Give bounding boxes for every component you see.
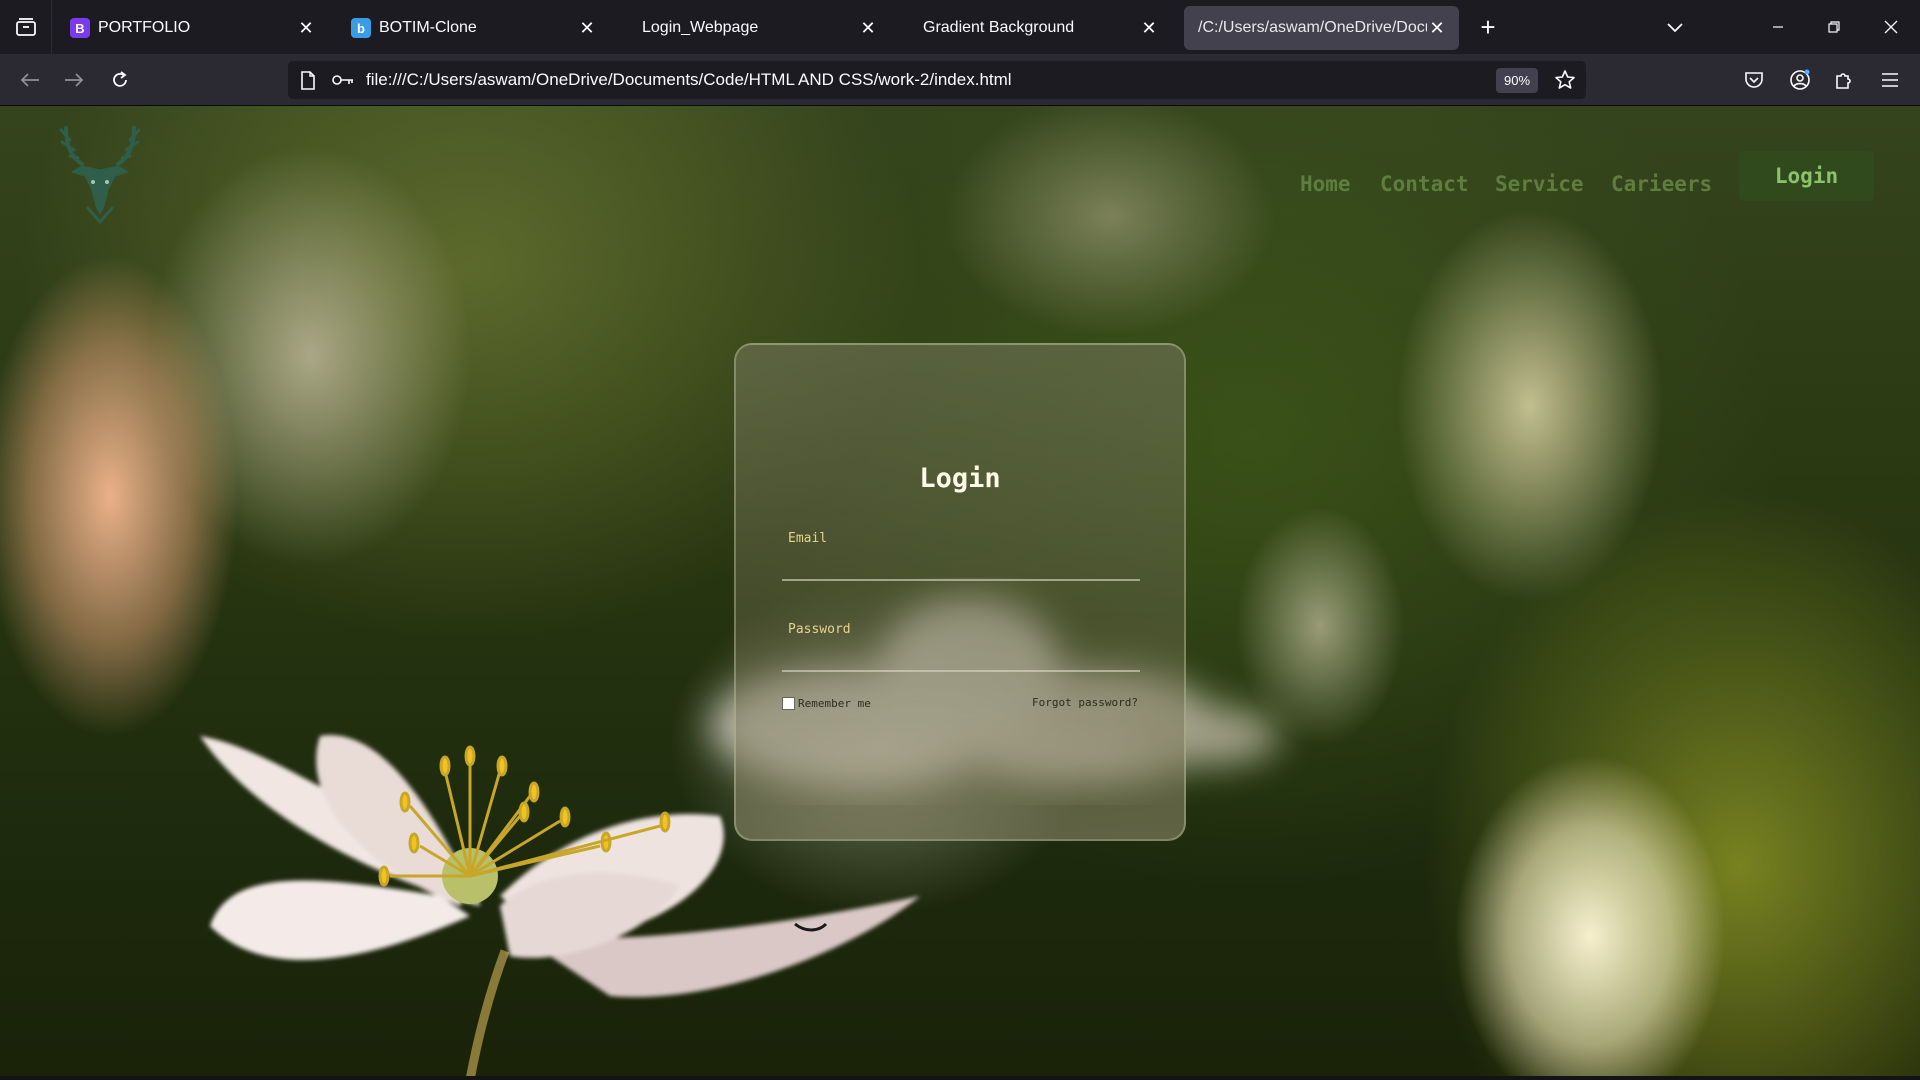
- tab-title: BOTIM-Clone: [379, 19, 477, 36]
- tab-login-webpage[interactable]: Login_Webpage ✕: [620, 6, 890, 50]
- reload-button[interactable]: [102, 62, 138, 98]
- close-icon[interactable]: ✕: [1427, 18, 1447, 38]
- close-icon[interactable]: ✕: [577, 18, 597, 38]
- deer-head-icon[interactable]: [60, 120, 140, 224]
- tab-botim-clone[interactable]: b BOTIM-Clone ✕: [339, 6, 609, 50]
- email-input[interactable]: [782, 549, 1140, 579]
- bootstrap-icon: B: [70, 18, 90, 38]
- password-label: Password: [788, 622, 851, 637]
- url-text[interactable]: file:///C:/Users/aswam/OneDrive/Document…: [366, 61, 1012, 99]
- restore-button[interactable]: [1814, 8, 1854, 46]
- minimize-icon: [1773, 26, 1783, 28]
- nav-home-link[interactable]: Home: [1300, 164, 1351, 204]
- folder-tabs-icon: [15, 18, 36, 36]
- restore-icon: [1828, 21, 1840, 33]
- remember-me[interactable]: Remember me: [782, 695, 871, 711]
- tab-active-index[interactable]: /C:/Users/aswam/OneDrive/Documents/Code/…: [1184, 6, 1459, 50]
- login-title: Login: [919, 463, 1001, 494]
- list-all-tabs-button[interactable]: [1658, 12, 1692, 44]
- nav-service-link[interactable]: Service: [1495, 164, 1584, 204]
- forgot-password-link[interactable]: Forgot password?: [1032, 696, 1138, 709]
- page-icon: [301, 71, 315, 90]
- email-field[interactable]: Email: [782, 531, 1140, 581]
- close-icon[interactable]: ✕: [858, 18, 878, 38]
- tab-title: /C:/Users/aswam/OneDrive/Documents/Code/…: [1198, 19, 1427, 36]
- hamburger-menu-icon: [1882, 73, 1898, 87]
- page-viewport: Home Contact Service Carieers Login Logi…: [0, 106, 1920, 1080]
- bookmark-star-icon[interactable]: [1554, 69, 1576, 91]
- tab-title: PORTFOLIO: [98, 19, 191, 36]
- password-input[interactable]: [782, 640, 1140, 670]
- arrow-right-icon: [65, 73, 84, 87]
- menu-button[interactable]: [1872, 62, 1908, 98]
- zoom-indicator[interactable]: 90%: [1496, 68, 1539, 93]
- tab-bar: B PORTFOLIO ✕ b BOTIM-Clone ✕ Login_Webp…: [0, 0, 1920, 54]
- url-bar[interactable]: file:///C:/Users/aswam/OneDrive/Document…: [288, 61, 1586, 99]
- tab-title: Login_Webpage: [642, 19, 759, 36]
- pocket-button[interactable]: [1736, 62, 1772, 98]
- close-icon: [1884, 20, 1898, 34]
- nav-contact-link[interactable]: Contact: [1380, 164, 1469, 204]
- tab-title: Gradient Background: [923, 19, 1075, 36]
- forward-button[interactable]: [56, 62, 92, 98]
- close-icon[interactable]: ✕: [296, 18, 316, 38]
- close-window-button[interactable]: [1871, 8, 1911, 46]
- tab-overview-button[interactable]: [0, 0, 52, 54]
- close-icon[interactable]: ✕: [1139, 18, 1159, 38]
- minimize-button[interactable]: [1758, 8, 1798, 46]
- remember-me-label: Remember me: [798, 696, 871, 710]
- back-button[interactable]: [12, 62, 48, 98]
- page-bottom-edge: [0, 1076, 1920, 1080]
- reload-icon: [113, 71, 127, 87]
- chevron-down-icon: [1667, 23, 1683, 33]
- nav-login-button[interactable]: Login: [1739, 151, 1874, 201]
- extensions-button[interactable]: [1826, 62, 1862, 98]
- botim-icon: b: [351, 18, 371, 38]
- login-card: Login Email Password Remember me Forgot …: [734, 343, 1186, 841]
- arrow-left-icon: [20, 73, 39, 87]
- email-label: Email: [788, 531, 828, 546]
- navigation-toolbar: file:///C:/Users/aswam/OneDrive/Document…: [0, 54, 1920, 106]
- tab-gradient-background[interactable]: Gradient Background ✕: [901, 6, 1171, 50]
- nav-careers-link[interactable]: Carieers: [1611, 164, 1712, 204]
- pocket-icon: [1745, 72, 1763, 88]
- new-tab-button[interactable]: +: [1472, 10, 1504, 44]
- account-icon: [1790, 69, 1810, 90]
- remember-me-checkbox[interactable]: [782, 696, 795, 710]
- tab-portfolio[interactable]: B PORTFOLIO ✕: [58, 6, 328, 50]
- puzzle-icon: [1836, 73, 1851, 89]
- key-icon[interactable]: [332, 73, 354, 87]
- account-button[interactable]: [1782, 62, 1818, 98]
- password-field[interactable]: Password: [782, 622, 1140, 672]
